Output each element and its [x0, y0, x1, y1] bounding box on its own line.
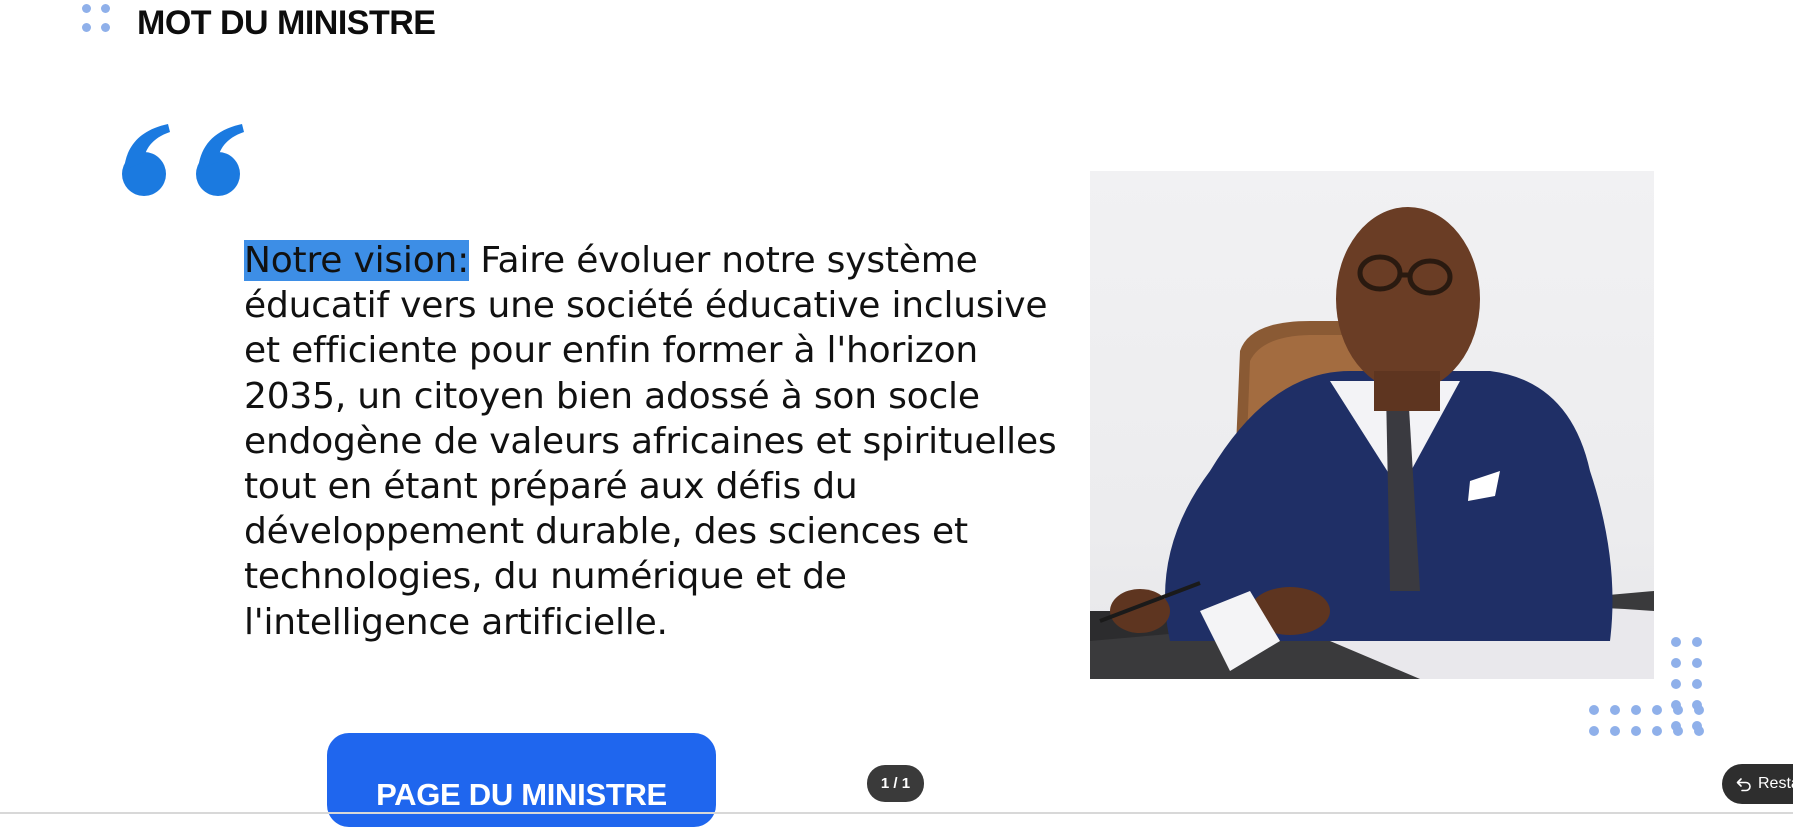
- decorative-dots-bottom: [1589, 637, 1719, 747]
- undo-arrow-icon: [1736, 778, 1751, 792]
- vision-text: Faire évoluer notre système éducatif ver…: [244, 240, 1057, 643]
- minister-photo: [1090, 171, 1654, 679]
- double-quote-icon: [122, 124, 244, 196]
- vision-quote: Notre vision: Faire évoluer notre systèm…: [244, 238, 1064, 645]
- vision-highlight: Notre vision:: [244, 240, 470, 281]
- decorative-dots-top: [82, 4, 110, 32]
- restore-button[interactable]: Resta: [1722, 764, 1793, 804]
- section-title: MOT DU MINISTRE: [137, 4, 436, 42]
- page-counter: 1 / 1: [867, 765, 924, 802]
- restore-label: Resta: [1758, 775, 1793, 792]
